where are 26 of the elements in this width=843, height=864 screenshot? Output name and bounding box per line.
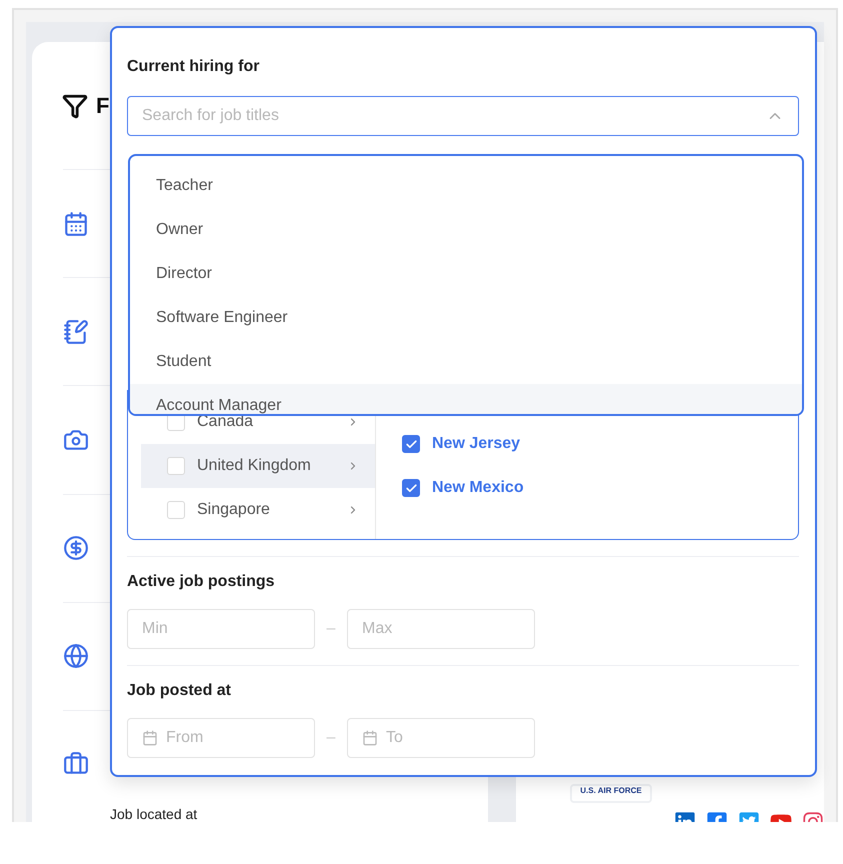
country-name: United Kingdom	[197, 457, 312, 475]
panel-title: F	[96, 92, 110, 119]
globe-icon	[63, 643, 89, 670]
calendar-icon	[362, 730, 378, 746]
region-name[interactable]: New Mexico	[432, 479, 524, 497]
range-separator: –	[326, 620, 336, 638]
field-label: Job located at	[110, 806, 198, 822]
country-name: Canada	[197, 413, 254, 431]
section-label: Active job postings	[127, 573, 276, 592]
checkbox[interactable]	[402, 479, 420, 497]
notebook-pen-icon	[63, 318, 89, 345]
country-name: Singapore	[197, 501, 271, 519]
dropdown-option[interactable]: Account Manager	[130, 384, 802, 414]
section-label: Job posted at	[127, 682, 232, 701]
dollar-icon	[63, 535, 89, 562]
filter-icon	[62, 92, 88, 119]
check-icon	[404, 438, 418, 450]
calendar-icon	[63, 210, 89, 237]
range-separator: –	[326, 729, 336, 747]
check-icon	[404, 482, 418, 494]
company-logo: U.S. AIR FORCE	[570, 784, 652, 803]
section-label: Current hiring for	[127, 58, 260, 77]
calendar-icon	[142, 730, 158, 746]
checkbox[interactable]	[402, 435, 420, 453]
region-name[interactable]: New Jersey	[432, 435, 520, 453]
country-option[interactable]: United Kingdom	[141, 444, 375, 488]
